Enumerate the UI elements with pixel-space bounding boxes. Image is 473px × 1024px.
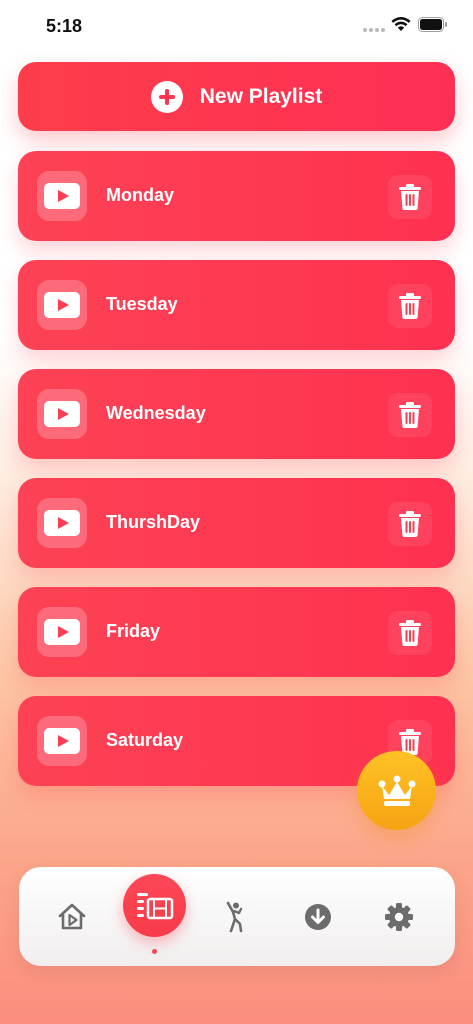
- bottom-tab-bar: [19, 867, 455, 966]
- delete-playlist-button[interactable]: [388, 393, 432, 437]
- playlist-label: ThurshDay: [106, 512, 201, 532]
- cellular-signal-icon: [363, 28, 385, 32]
- trash-icon: [399, 293, 421, 319]
- tab-downloads[interactable]: [298, 897, 338, 937]
- play-icon: [44, 510, 80, 536]
- tab-settings[interactable]: [379, 897, 419, 937]
- wifi-icon: [391, 17, 411, 31]
- delete-playlist-button[interactable]: [388, 175, 432, 219]
- download-icon: [305, 904, 331, 930]
- playlist-label: Tuesday: [106, 294, 178, 314]
- playlist-item-monday[interactable]: Monday: [18, 151, 455, 241]
- delete-playlist-button[interactable]: [388, 502, 432, 546]
- playlist-label: Saturday: [106, 730, 184, 750]
- status-time: 5:18: [46, 16, 83, 36]
- home-play-icon: [58, 903, 86, 930]
- playlist-list: Monday Tuesday Wednesday ThurshDay Frida…: [18, 151, 455, 805]
- playlist-thumbnail: [37, 171, 87, 221]
- playlist-thumbnail: [37, 716, 87, 766]
- playlist-item-wednesday[interactable]: Wednesday: [18, 369, 455, 459]
- new-playlist-label: New Playlist: [199, 84, 323, 108]
- playlist-item-thursday[interactable]: ThurshDay: [18, 478, 455, 568]
- play-icon: [44, 292, 80, 318]
- playlist-thumbnail: [37, 389, 87, 439]
- tab-home[interactable]: [52, 897, 92, 937]
- play-icon: [44, 401, 80, 427]
- plus-icon: [150, 80, 183, 113]
- dance-icon: [226, 901, 243, 933]
- playlist-label: Friday: [106, 621, 161, 641]
- crown-icon: [378, 775, 415, 806]
- tab-playlists[interactable]: [123, 874, 186, 937]
- play-icon: [44, 728, 80, 754]
- play-icon: [44, 619, 80, 645]
- battery-icon: [418, 17, 447, 32]
- delete-playlist-button[interactable]: [388, 611, 432, 655]
- playlist-label: Monday: [106, 185, 175, 205]
- trash-icon: [399, 402, 421, 428]
- trash-icon: [399, 184, 421, 210]
- trash-icon: [399, 511, 421, 537]
- playlist-thumbnail: [37, 607, 87, 657]
- new-playlist-button[interactable]: New Playlist: [18, 62, 455, 131]
- playlist-item-tuesday[interactable]: Tuesday: [18, 260, 455, 350]
- trash-icon: [399, 620, 421, 646]
- playlist-item-friday[interactable]: Friday: [18, 587, 455, 677]
- status-bar: 5:18: [0, 0, 473, 52]
- gear-icon: [385, 903, 413, 931]
- playlist-icon: [136, 892, 173, 919]
- active-tab-indicator: [152, 949, 157, 954]
- playlist-thumbnail: [37, 280, 87, 330]
- play-icon: [44, 183, 80, 209]
- tab-dance[interactable]: [215, 897, 255, 937]
- delete-playlist-button[interactable]: [388, 284, 432, 328]
- playlist-label: Wednesday: [106, 403, 206, 423]
- premium-button[interactable]: [357, 751, 436, 830]
- playlist-thumbnail: [37, 498, 87, 548]
